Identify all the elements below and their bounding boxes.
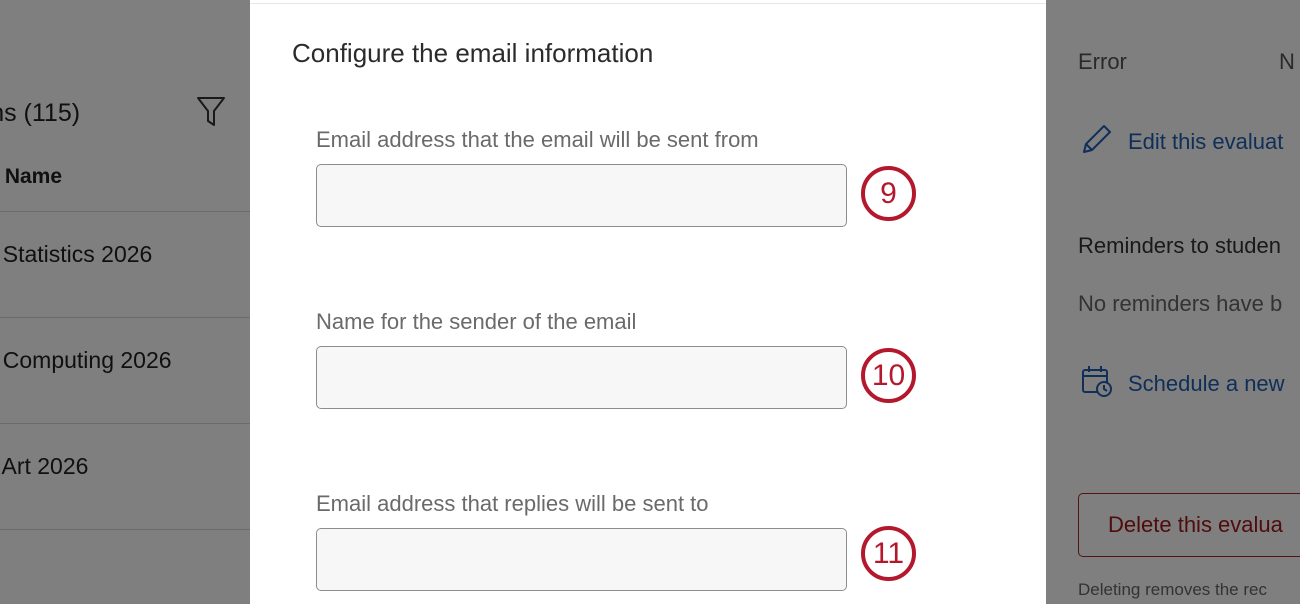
pencil-icon (1080, 122, 1114, 162)
from-email-label: Email address that the email will be sen… (316, 127, 759, 152)
evaluations-list-panel: uations (115) uation Name o to Statistic… (0, 0, 250, 604)
error-label: Error (1078, 49, 1127, 74)
reply-to-email-input[interactable] (316, 528, 847, 591)
step-marker-11: 11 (861, 526, 916, 581)
sender-name-label: Name for the sender of the email (316, 309, 637, 334)
delete-evaluation-button[interactable]: Delete this evalua (1078, 493, 1300, 557)
delete-note: Deleting removes the rec (1078, 580, 1267, 599)
calendar-clock-icon (1080, 364, 1114, 404)
divider (0, 211, 250, 212)
reminders-heading: Reminders to studen (1078, 233, 1281, 258)
schedule-reminder-link[interactable]: Schedule a new (1080, 364, 1285, 404)
list-item[interactable]: o to Art 2026 (0, 453, 88, 480)
reminders-empty-text: No reminders have b (1078, 291, 1283, 316)
list-header: uations (115) (0, 96, 236, 130)
divider (0, 317, 250, 318)
reply-to-email-label: Email address that replies will be sent … (316, 491, 709, 516)
edit-evaluation-label: Edit this evaluat (1128, 129, 1284, 154)
list-item[interactable]: o to Computing 2026 (0, 347, 172, 374)
filter-icon[interactable] (196, 96, 226, 128)
step-marker-10: 10 (861, 348, 916, 403)
schedule-reminder-label: Schedule a new (1128, 371, 1285, 396)
divider (0, 529, 250, 530)
modal-header-divider (250, 0, 1046, 4)
list-item[interactable]: o to Statistics 2026 (0, 241, 152, 268)
divider (0, 423, 250, 424)
email-config-modal: Configure the email information Email ad… (250, 0, 1046, 604)
sender-name-input[interactable] (316, 346, 847, 409)
error-value: N (1279, 49, 1295, 74)
column-header-evaluation-name[interactable]: uation Name (0, 165, 62, 189)
list-title: uations (115) (0, 98, 81, 127)
section-title: Configure the email information (292, 38, 654, 68)
edit-evaluation-link[interactable]: Edit this evaluat (1080, 122, 1283, 162)
from-email-input[interactable] (316, 164, 847, 227)
step-marker-9: 9 (861, 166, 916, 221)
